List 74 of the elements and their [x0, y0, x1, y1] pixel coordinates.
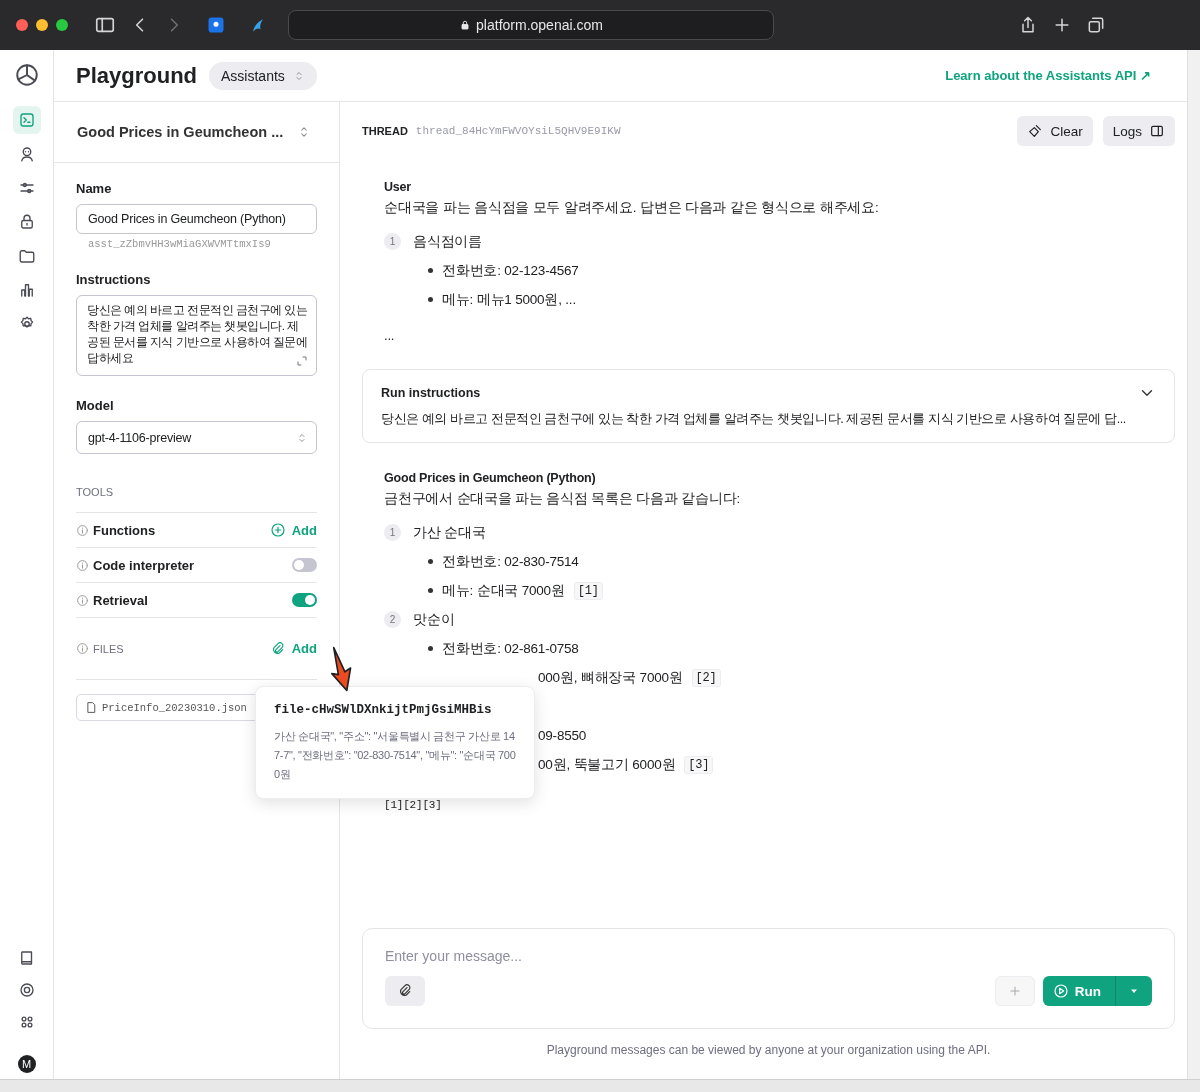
citation-link[interactable]: [2]: [691, 668, 721, 687]
message-text: 순대국을 파는 음식점을 모두 알려주세요. 답변은 다음과 같은 형식으로 해주세요:: [384, 199, 880, 217]
panel-title: Run instructions: [381, 386, 481, 400]
toggle-switch[interactable]: [292, 558, 317, 572]
bullet-icon: [428, 588, 433, 593]
shield-icon[interactable]: [206, 15, 226, 35]
avatar[interactable]: M: [17, 1055, 36, 1073]
bullet-icon: [428, 268, 433, 273]
file-name: PriceInfo_20230310.json: [102, 701, 247, 714]
list-item-text: 전화번호: 02-123-4567: [442, 261, 579, 280]
instructions-field[interactable]: 당신은 예의 바르고 전문적인 금천구에 있는 착한 가격 업체를 알려주는 챗봇입니다. 제공된 문서를 지식 기반으로 사용하여 질문에 답하세요: [76, 295, 317, 376]
plus-icon: [1007, 984, 1022, 998]
instructions-text: 당신은 예의 바르고 전문적인 금천구에 있는 착한 가격 업체를 알려주는 챗봇입니다. 제공된 문서를 지식 기반으로 사용하여 질문에 답...: [381, 411, 1127, 428]
list-number: 2: [384, 611, 401, 628]
list-item-text: 000원, 뼈해장국 7000원: [538, 668, 683, 687]
tooltip-text: 가산 순대국", "주소": "서울특별시 금천구 가산로 147-7", "전화번호": "02-830-7514", "메뉴": "순대국 7000원: [274, 729, 516, 782]
window-controls-icon[interactable]: [16, 19, 68, 31]
tool-label: Functions: [93, 522, 156, 538]
plus-circle-icon: [269, 522, 286, 538]
list-number: 1: [384, 233, 401, 250]
bullet-icon: [428, 646, 433, 651]
logo-icon[interactable]: [13, 62, 40, 88]
list-item-text: 가산 순대국: [413, 523, 486, 542]
model-dropdown[interactable]: gpt-4-1106-preview: [76, 421, 317, 454]
scrollbar[interactable]: [1187, 50, 1200, 1079]
tool-label: Retrieval: [93, 592, 148, 608]
list-item-text: 음식점이름: [413, 232, 482, 251]
bullet-icon: [428, 297, 433, 302]
list-item-text: 맛순이: [413, 610, 455, 629]
lock-icon: [459, 19, 472, 31]
thread-label: THREAD: [362, 125, 408, 137]
section-heading: TOOLS: [76, 486, 115, 498]
logs-button[interactable]: Logs: [1102, 116, 1175, 146]
file-icon: [85, 701, 98, 714]
list-item-text: 메뉴: 순대국 7000원: [442, 581, 565, 600]
citation-link[interactable]: [3]: [684, 755, 714, 774]
thread-id: thread_84HcYmFWVOYsiL5QHV9E9IKW: [415, 125, 621, 137]
panel-icon: [1149, 123, 1165, 139]
citation-link[interactable]: [1]: [573, 581, 603, 600]
tabs-icon[interactable]: [1086, 15, 1106, 35]
field-label: Instructions: [76, 272, 152, 287]
paperclip-icon: [397, 983, 413, 999]
scrollbar[interactable]: [0, 1079, 1200, 1092]
list-item-text: 전화번호: 02-861-0758: [442, 639, 579, 658]
message-author: User: [384, 180, 412, 194]
assistant-selector[interactable]: Good Prices in Geumcheon ...: [54, 102, 339, 163]
mode-dropdown[interactable]: Assistants: [209, 61, 317, 90]
footer-note: Playground messages can be viewed by anyone at your organization using the API.: [545, 1043, 992, 1057]
message-text: 금천구에서 순대국을 파는 음식점 목록은 다음과 같습니다:: [384, 490, 742, 508]
assistant-id: asst_zZbmvHH3wMiaGXWVMTtmxIs9: [88, 238, 272, 250]
message-text: ...: [384, 328, 396, 343]
list-item-text: 00원, 뚝불고기 6000원: [538, 755, 676, 774]
list-item-text: 메뉴: 메뉴1 5000원, ...: [442, 290, 576, 309]
lifebuoy-icon[interactable]: [17, 981, 36, 999]
list-item-text: 전화번호: 02-830-7514: [442, 552, 579, 571]
citation-links[interactable]: [1][2][3]: [384, 799, 1153, 811]
address-bar[interactable]: platform.openai.com: [288, 10, 774, 40]
list-number: 1: [384, 524, 401, 541]
url-text: platform.openai.com: [476, 17, 603, 33]
clear-button[interactable]: Clear: [1017, 116, 1093, 146]
tool-label: Code interpreter: [93, 557, 195, 573]
section-heading: FILES: [93, 642, 124, 655]
toggle-switch[interactable]: [292, 593, 317, 607]
list-item-text: 09-8550: [538, 728, 587, 743]
play-icon: [1052, 983, 1069, 999]
page-title: Playground: [76, 62, 197, 89]
field-label: Name: [76, 181, 113, 196]
message-author: Good Prices in Geumcheon (Python): [384, 471, 597, 485]
bullet-icon: [428, 559, 433, 564]
chevron-updown-icon: [296, 431, 308, 444]
terminal-icon[interactable]: [12, 106, 41, 134]
attach-button[interactable]: [385, 976, 425, 1006]
name-field[interactable]: Good Prices in Geumcheon (Python): [76, 204, 317, 234]
field-label: Model: [76, 398, 115, 413]
